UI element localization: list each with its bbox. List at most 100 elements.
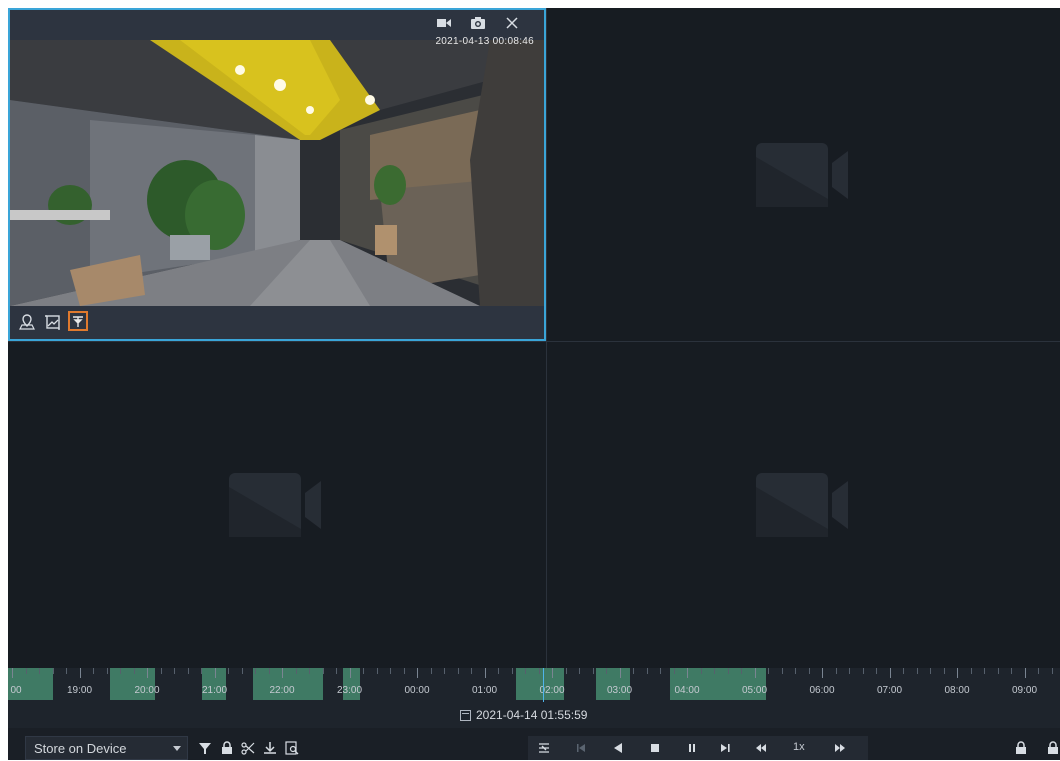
timeline-tick bbox=[660, 668, 661, 674]
timeline-tick bbox=[295, 668, 297, 674]
pause-icon[interactable] bbox=[685, 741, 699, 755]
timeline-tick bbox=[633, 668, 634, 674]
storage-select-value: Store on Device bbox=[34, 741, 127, 756]
timeline-tick bbox=[282, 668, 283, 678]
timeline-tick bbox=[147, 668, 148, 678]
timeline-date[interactable]: 2021-04-14 01:55:59 bbox=[460, 708, 587, 722]
filter-icon[interactable] bbox=[198, 741, 212, 755]
timeline-tick bbox=[349, 668, 351, 678]
timeline-tick bbox=[862, 668, 864, 674]
timeline-tick bbox=[984, 668, 985, 674]
video-cell-4[interactable] bbox=[547, 342, 1060, 668]
timeline-tick bbox=[93, 668, 94, 674]
timeline-tick bbox=[457, 668, 459, 674]
timeline-tick bbox=[687, 668, 688, 678]
timeline-tick bbox=[1051, 668, 1053, 674]
timeline-tick bbox=[228, 668, 229, 674]
timeline-tick-label: 05:00 bbox=[741, 685, 768, 696]
timeline-tick bbox=[106, 668, 108, 674]
playback-speed[interactable]: 1x bbox=[793, 741, 805, 753]
camera-timestamp: 2021-04-13 00:08:46 bbox=[435, 36, 534, 47]
video-grid: 2021-04-13 00:08:46 bbox=[8, 8, 1060, 668]
image-crop-icon[interactable] bbox=[44, 313, 62, 331]
timeline-tick bbox=[930, 668, 931, 674]
timeline-tick bbox=[511, 668, 513, 674]
timeline-tick bbox=[1024, 668, 1026, 678]
timeline-tick-label: 21:00 bbox=[201, 685, 228, 696]
timeline-tick bbox=[538, 668, 540, 674]
lock-icon[interactable] bbox=[220, 741, 234, 755]
timeline-tick bbox=[619, 668, 621, 678]
camera-feed[interactable] bbox=[10, 40, 544, 306]
map-pin-icon[interactable] bbox=[18, 313, 36, 331]
no-video-icon bbox=[229, 473, 321, 537]
calendar-icon[interactable] bbox=[460, 709, 471, 721]
timeline-tick bbox=[795, 668, 796, 674]
timeline-tick bbox=[201, 668, 202, 674]
timeline-tick bbox=[484, 668, 486, 678]
timeline-tick bbox=[430, 668, 432, 674]
timeline-tick bbox=[52, 668, 54, 674]
office-corridor-image bbox=[10, 40, 544, 306]
play-back-icon[interactable] bbox=[611, 741, 625, 755]
timeline[interactable]: 00 19:00 20:00 21:00 22:00 23:00 00:00 01:00 02:… bbox=[8, 668, 1060, 728]
storage-select[interactable]: Store on Device bbox=[25, 736, 188, 760]
timeline-tick bbox=[1038, 668, 1039, 674]
timeline-tick-label: 09:00 bbox=[1011, 685, 1038, 696]
scissors-icon[interactable] bbox=[241, 741, 255, 755]
playback-controls: 1x bbox=[528, 736, 868, 760]
download-icon[interactable] bbox=[263, 741, 277, 755]
timeline-tick bbox=[849, 668, 850, 674]
timeline-tick bbox=[525, 668, 526, 674]
video-cell-1[interactable]: 2021-04-13 00:08:46 bbox=[8, 8, 546, 341]
timeline-tick bbox=[1011, 668, 1012, 674]
skip-start-icon[interactable] bbox=[574, 741, 588, 755]
search-record-icon[interactable] bbox=[285, 741, 299, 755]
no-video-icon bbox=[755, 142, 848, 207]
timeline-tick bbox=[957, 668, 958, 678]
timeline-tick bbox=[174, 668, 175, 674]
timeline-tick bbox=[673, 668, 675, 674]
timeline-tick-label: 07:00 bbox=[876, 685, 903, 696]
timeline-tick-label: 01:00 bbox=[471, 685, 498, 696]
sync-icon[interactable] bbox=[537, 741, 551, 755]
timeline-cursor[interactable] bbox=[543, 668, 544, 702]
record-icon[interactable] bbox=[436, 15, 452, 31]
timeline-tick-label: 00:00 bbox=[404, 685, 430, 696]
timeline-tick bbox=[12, 668, 13, 678]
slow-icon[interactable] bbox=[754, 741, 768, 755]
close-icon[interactable] bbox=[504, 15, 520, 31]
playback-window: 2021-04-13 00:08:46 00 19:00 20:00 21:00… bbox=[8, 8, 1060, 760]
timeline-tick bbox=[592, 668, 594, 674]
timeline-tick bbox=[754, 668, 756, 678]
timeline-tick bbox=[133, 668, 135, 674]
timeline-tick bbox=[255, 668, 256, 674]
video-cell-3[interactable] bbox=[8, 342, 546, 668]
timeline-tick bbox=[241, 668, 243, 674]
timeline-tick bbox=[916, 668, 918, 674]
timeline-tick bbox=[309, 668, 310, 674]
timeline-tick bbox=[39, 668, 40, 674]
lock-icon[interactable] bbox=[1046, 741, 1060, 755]
timeline-tick bbox=[268, 668, 270, 674]
timeline-tick bbox=[876, 668, 877, 674]
timeline-tick bbox=[390, 668, 391, 674]
video-cell-2[interactable] bbox=[547, 8, 1060, 341]
pin-icon[interactable] bbox=[68, 311, 88, 331]
snapshot-icon[interactable] bbox=[470, 15, 486, 31]
fast-icon[interactable] bbox=[833, 741, 847, 755]
timeline-tick bbox=[727, 668, 729, 674]
timeline-tick-label: 22:00 bbox=[269, 685, 295, 696]
timeline-tick-label: 00 bbox=[10, 685, 22, 696]
timeline-tick bbox=[646, 668, 648, 674]
timeline-tick bbox=[889, 668, 891, 678]
timeline-tick bbox=[498, 668, 499, 674]
timeline-tick bbox=[376, 668, 378, 674]
timeline-tick bbox=[25, 668, 27, 674]
stop-icon[interactable] bbox=[648, 741, 662, 755]
lock-icon[interactable] bbox=[1014, 741, 1028, 755]
timeline-tick bbox=[943, 668, 945, 674]
next-frame-icon[interactable] bbox=[718, 741, 732, 755]
timeline-tick bbox=[336, 668, 337, 674]
timeline-tick bbox=[579, 668, 580, 674]
